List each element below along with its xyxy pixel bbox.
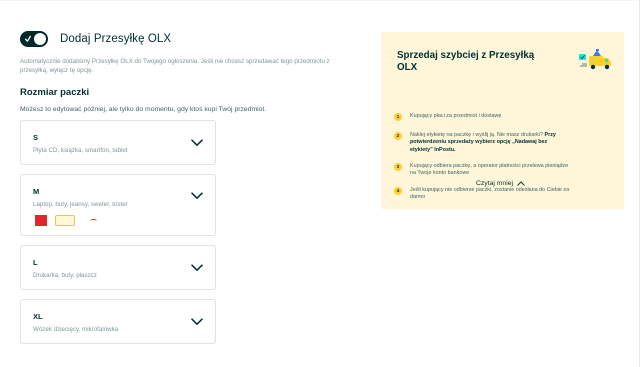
size-letter: L	[33, 258, 38, 267]
step-text: Naklej etykietę na paczkę i wyślij ją. N…	[410, 132, 570, 154]
carrier-logos	[35, 215, 103, 226]
chevron-up-icon[interactable]	[517, 181, 525, 186]
step-number: 4	[394, 187, 402, 195]
info-step-3: 3 Kupujący odbiera paczkę, a operator pł…	[394, 163, 610, 178]
step-number: 3	[394, 163, 402, 171]
size-option-xl[interactable]: XL Wózek dziecięcy, mikrofalówka	[20, 299, 216, 344]
chevron-down-icon[interactable]	[191, 139, 203, 147]
olx-shipping-toggle-row[interactable]: Dodaj Przesyłkę OLX	[20, 30, 350, 48]
package-size-subtitle: Możesz to edytować później, ale tylko do…	[20, 106, 267, 114]
size-option-s[interactable]: S Płyta CD, książka, smartfon, tablet	[20, 120, 216, 165]
poczta-polska-logo-icon	[83, 215, 103, 226]
chevron-down-icon[interactable]	[191, 264, 203, 272]
info-card-title: Sprzedaj szybciej z Przesyłką OLX	[397, 50, 535, 73]
inpost-logo-icon	[55, 215, 75, 226]
chevron-down-icon[interactable]	[191, 192, 203, 200]
read-less-label[interactable]: Czytaj mniej	[476, 180, 513, 187]
step-text: Jeśli kupujący nie odbierze paczki, zost…	[410, 187, 570, 201]
shipping-section: Dodaj Przesyłkę OLX Automatycznie dodali…	[20, 30, 350, 113]
delivery-truck-icon	[579, 49, 611, 70]
chevron-down-icon[interactable]	[191, 318, 203, 326]
info-step-1: 1 Kupujący płaci za przedmiot i dostawę	[394, 113, 610, 121]
check-icon	[25, 35, 31, 42]
size-option-m[interactable]: M Laptop, buty, jeansy, sweter, toster	[20, 174, 216, 236]
size-description: Wózek dziecięcy, mikrofalówka	[33, 326, 119, 333]
step-text-plain: Naklej etykietę na paczkę i wyślij ją. N…	[410, 132, 545, 138]
size-option-l[interactable]: L Drukarka, buty, płaszcz	[20, 245, 216, 290]
shipping-description: Automatycznie dodaliśmy Przesyłkę OLX do…	[20, 58, 330, 74]
info-step-4: 4 Jeśli kupujący nie odbierze paczki, zo…	[394, 187, 610, 202]
size-letter: S	[33, 133, 39, 142]
size-description: Drukarka, buty, płaszcz	[33, 272, 97, 279]
toggle-knob	[34, 33, 46, 45]
size-description: Laptop, buty, jeansy, sweter, toster	[33, 201, 128, 208]
step-text: Kupujący odbiera paczkę, a operator płat…	[410, 163, 569, 177]
info-step-2: 2 Naklej etykietę na paczkę i wyślij ją.…	[394, 132, 610, 154]
size-letter: XL	[33, 312, 43, 321]
info-card: Sprzedaj szybciej z Przesyłką OLX 1 Kupu…	[381, 32, 624, 209]
size-letter: M	[33, 187, 40, 196]
step-number: 1	[394, 113, 402, 121]
olx-shipping-toggle[interactable]	[20, 31, 48, 47]
package-size-title: Rozmiar paczki	[20, 87, 90, 99]
toggle-label[interactable]: Dodaj Przesyłkę OLX	[60, 33, 171, 45]
size-description: Płyta CD, książka, smartfon, tablet	[33, 147, 128, 154]
read-less-button[interactable]: Czytaj mniej	[476, 180, 525, 187]
top-divider	[0, 0, 640, 1]
orlen-logo-icon	[35, 215, 47, 226]
step-number: 2	[394, 132, 402, 140]
step-text: Kupujący płaci za przedmiot i dostawę	[410, 113, 502, 119]
